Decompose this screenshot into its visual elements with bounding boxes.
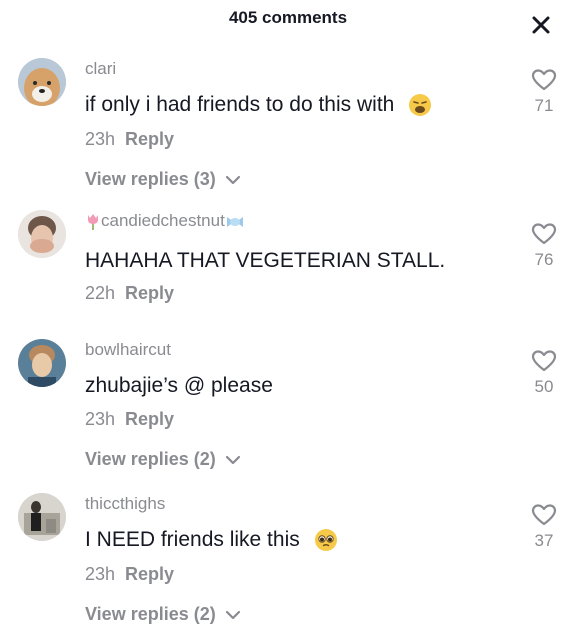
comment-item: candiedchestnut HAHAHA THAT VEGETERIAN S… bbox=[0, 210, 576, 310]
view-replies-button[interactable]: View replies (2) bbox=[85, 603, 241, 625]
comments-header: 405 comments bbox=[0, 0, 576, 40]
heart-outline-icon bbox=[531, 504, 557, 526]
view-replies-label: View replies (2) bbox=[85, 604, 216, 624]
comment-meta: 23h Reply bbox=[85, 128, 174, 150]
comment-username-text: candiedchestnut bbox=[101, 211, 225, 230]
chevron-down-icon bbox=[225, 456, 240, 465]
reply-button[interactable]: Reply bbox=[125, 564, 174, 584]
like-count: 37 bbox=[534, 531, 554, 550]
comment-text: zhubajie’s @ please bbox=[85, 373, 273, 399]
reply-button[interactable]: Reply bbox=[125, 129, 174, 149]
comment-meta: 23h Reply bbox=[85, 563, 174, 585]
like-count: 71 bbox=[534, 96, 554, 115]
comment-meta: 23h Reply bbox=[85, 408, 174, 430]
close-button[interactable] bbox=[528, 12, 554, 38]
comments-count-title: 405 comments bbox=[228, 8, 348, 27]
like-count: 76 bbox=[534, 250, 554, 269]
close-icon bbox=[532, 16, 550, 34]
avatar[interactable] bbox=[18, 58, 66, 106]
like-button[interactable]: 50 bbox=[527, 349, 561, 397]
comment-username[interactable]: bowlhaircut bbox=[85, 339, 171, 361]
comment-text-content: I NEED friends like this bbox=[85, 528, 300, 551]
avatar[interactable] bbox=[18, 210, 66, 258]
pleading-face-emoji-icon bbox=[314, 529, 337, 552]
candy-emoji-icon bbox=[226, 216, 243, 227]
comment-time: 23h bbox=[85, 129, 116, 149]
chevron-down-icon bbox=[225, 176, 240, 185]
comment-time: 23h bbox=[85, 564, 116, 584]
weary-face-emoji-icon bbox=[409, 94, 432, 117]
avatar[interactable] bbox=[18, 493, 66, 541]
reply-button[interactable]: Reply bbox=[125, 283, 174, 303]
comment-time: 22h bbox=[85, 283, 116, 303]
like-button[interactable]: 71 bbox=[527, 68, 561, 116]
view-replies-button[interactable]: View replies (2) bbox=[85, 448, 241, 470]
view-replies-label: View replies (2) bbox=[85, 449, 216, 469]
comment-username[interactable]: thiccthighs bbox=[85, 493, 165, 515]
heart-outline-icon bbox=[531, 350, 557, 372]
comment-text: I NEED friends like this bbox=[85, 527, 338, 553]
heart-outline-icon bbox=[531, 69, 557, 91]
comment-text: HAHAHA THAT VEGETERIAN STALL. bbox=[85, 248, 445, 274]
comment-text: if only i had friends to do this with bbox=[85, 92, 432, 118]
comment-meta: 22h Reply bbox=[85, 282, 174, 304]
reply-button[interactable]: Reply bbox=[125, 409, 174, 429]
comment-time: 23h bbox=[85, 409, 116, 429]
view-replies-button[interactable]: View replies (3) bbox=[85, 168, 241, 190]
view-replies-label: View replies (3) bbox=[85, 169, 216, 189]
comment-item: clari if only i had friends to do this w… bbox=[0, 58, 576, 198]
comment-username[interactable]: candiedchestnut bbox=[85, 210, 245, 232]
comment-item: thiccthighs I NEED friends like this 23h… bbox=[0, 493, 576, 633]
like-button[interactable]: 37 bbox=[527, 503, 561, 551]
comment-item: bowlhaircut zhubajie’s @ please 23h Reply… bbox=[0, 339, 576, 479]
like-count: 50 bbox=[534, 377, 554, 396]
comment-username[interactable]: clari bbox=[85, 58, 116, 80]
heart-outline-icon bbox=[531, 223, 557, 245]
comment-text-content: if only i had friends to do this with bbox=[85, 93, 395, 116]
tulip-emoji-icon bbox=[88, 213, 98, 230]
like-button[interactable]: 76 bbox=[527, 222, 561, 270]
chevron-down-icon bbox=[225, 611, 240, 620]
avatar[interactable] bbox=[18, 339, 66, 387]
comment-text-content: HAHAHA THAT VEGETERIAN STALL. bbox=[85, 249, 446, 272]
comment-text-content: zhubajie’s @ please bbox=[85, 374, 273, 397]
